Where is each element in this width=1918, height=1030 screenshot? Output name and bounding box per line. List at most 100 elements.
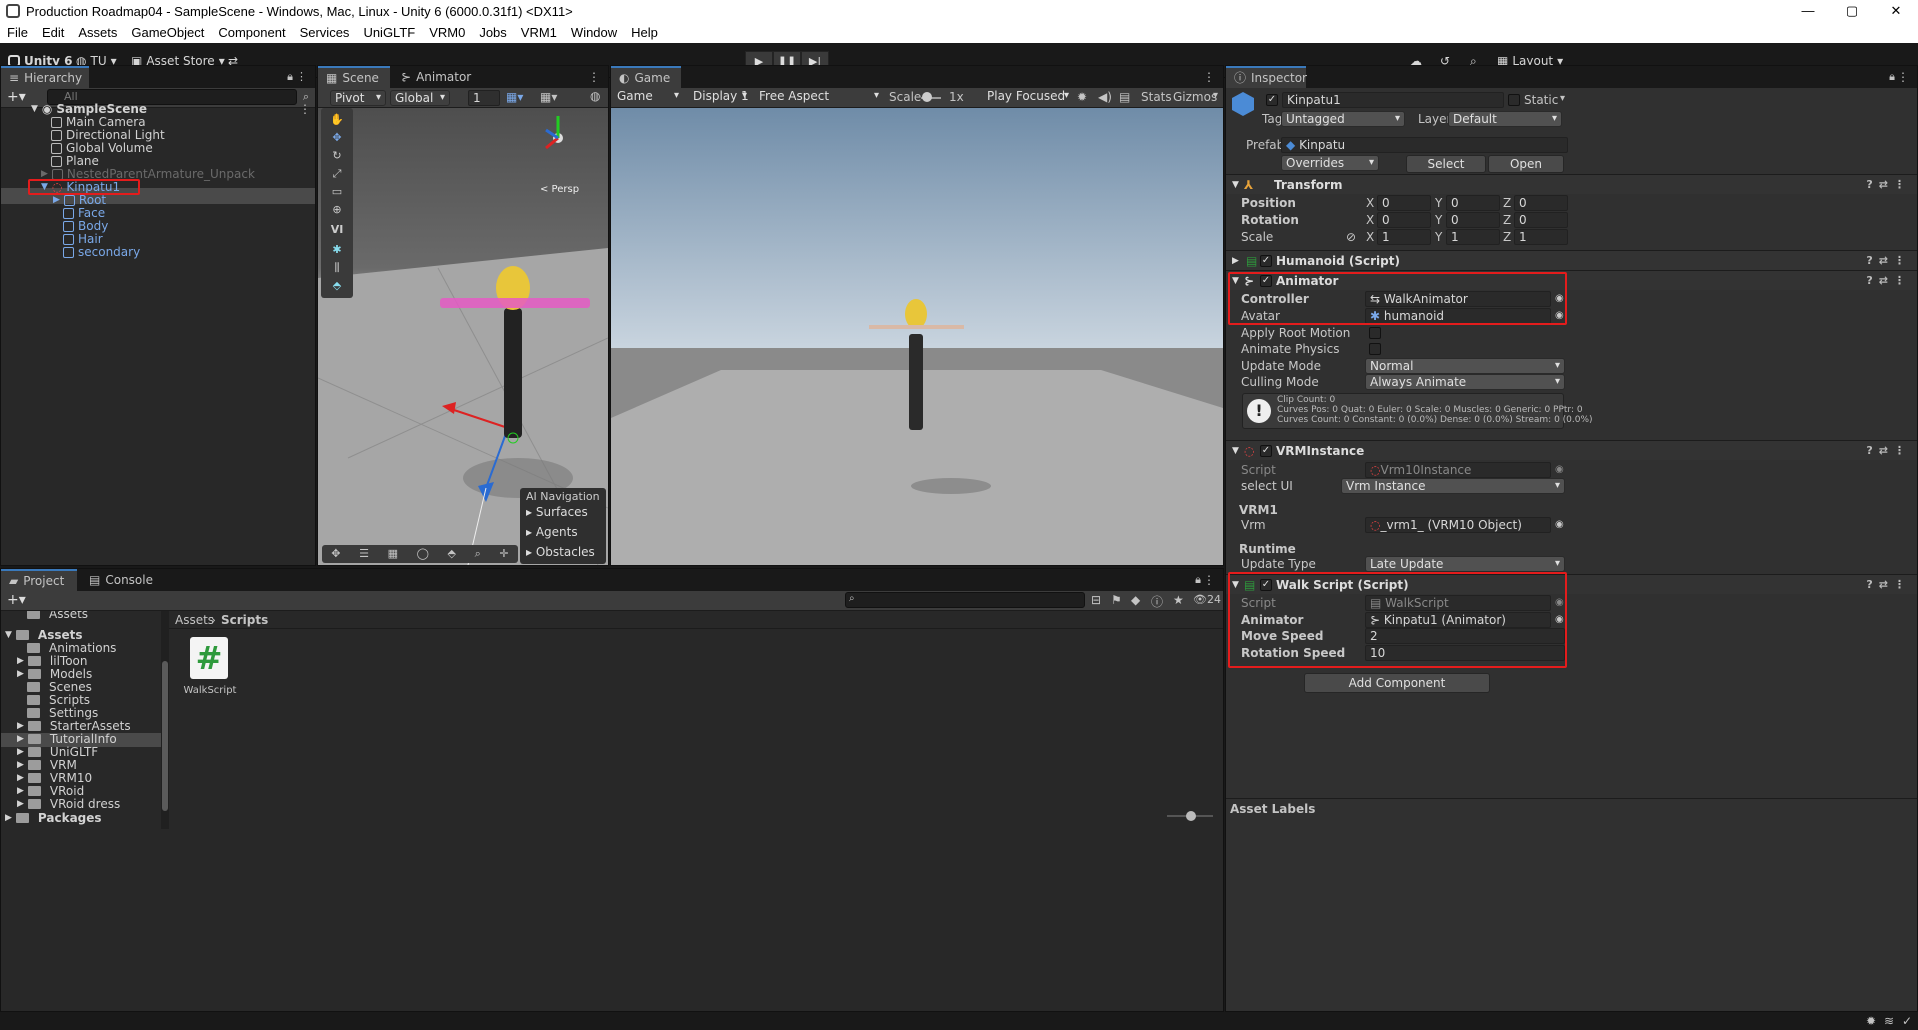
lock-icon[interactable]: 🔒︎ xyxy=(287,70,293,84)
menu-services[interactable]: Services xyxy=(293,25,357,40)
folder-tree-scrollbar[interactable] xyxy=(161,611,169,829)
tab-project[interactable]: ▰ Project xyxy=(1,569,77,591)
position-z-input[interactable]: 0 xyxy=(1514,195,1568,211)
active-checkbox[interactable]: ✓ xyxy=(1266,94,1278,106)
rect-tool-icon[interactable]: ▭ xyxy=(325,184,349,200)
rotate-tool-icon[interactable]: ↻ xyxy=(325,148,349,164)
tag-dropdown[interactable]: Untagged xyxy=(1281,111,1405,127)
tree-item-packages[interactable]: ▶ Packages xyxy=(5,810,102,826)
menu-help[interactable]: Help xyxy=(624,25,665,40)
chevron-down-icon[interactable]: ▾ xyxy=(1213,90,1218,101)
align-icon[interactable]: ☰ xyxy=(359,545,369,563)
scene-viewport[interactable]: < Persp ✋ ✥ ↻ ⤢ ▭ ⊕ VI ✱ ⫼ ⬘ AI Navigati… xyxy=(318,108,608,565)
ai-nav-surfaces[interactable]: ▸ Surfaces xyxy=(526,505,588,519)
check-icon[interactable]: ✓ xyxy=(1902,1014,1912,1028)
play-focused-dropdown[interactable]: Play Focused xyxy=(983,89,1073,105)
add-component-button[interactable]: Add Component xyxy=(1304,673,1490,693)
humanoid-tool-icon[interactable]: ✱ xyxy=(325,242,349,258)
vrm-field[interactable]: ◌_vrm1_ (VRM10 Object) xyxy=(1365,517,1551,533)
transform-tool-icon[interactable]: ⊕ xyxy=(325,202,349,218)
humanoid-header[interactable]: ▶ ▤ ✓ Humanoid (Script) ?⇄⋮ xyxy=(1226,250,1917,270)
breadcrumb-scripts[interactable]: Scripts xyxy=(221,611,268,629)
tab-scene[interactable]: ▦ Scene xyxy=(318,66,390,88)
menu-edit[interactable]: Edit xyxy=(35,25,71,40)
grid-icon[interactable]: ▦▾ xyxy=(506,90,523,104)
cache-icon[interactable]: ≋ xyxy=(1884,1014,1894,1028)
menu-vrm1[interactable]: VRM1 xyxy=(514,25,564,40)
rotation-z-input[interactable]: 0 xyxy=(1514,212,1568,228)
humanoid-enabled-checkbox[interactable]: ✓ xyxy=(1260,255,1272,267)
sphere-icon[interactable]: ◯ xyxy=(417,545,429,563)
ai-nav-obstacles[interactable]: ▸ Obstacles xyxy=(526,545,595,559)
kebab-menu-icon[interactable]: ⋮ xyxy=(296,70,307,83)
kebab-menu-icon[interactable]: ⋮ xyxy=(299,102,311,116)
grid-snap-input[interactable]: 1 xyxy=(468,90,500,106)
apply-root-motion-checkbox[interactable] xyxy=(1369,327,1381,339)
object-picker-icon[interactable]: ◉ xyxy=(1555,516,1564,534)
scale-y-input[interactable]: 1 xyxy=(1446,229,1500,245)
kebab-menu-icon[interactable]: ⋮ xyxy=(1203,70,1215,84)
menu-window[interactable]: Window xyxy=(564,25,624,40)
menu-component[interactable]: Component xyxy=(211,25,292,40)
hand-tool-icon[interactable]: ✋ xyxy=(325,112,349,128)
scale-tool-icon[interactable]: ⤢ xyxy=(325,166,349,182)
cross-icon[interactable]: ✛ xyxy=(499,545,508,563)
menu-vrm0[interactable]: VRM0 xyxy=(422,25,472,40)
transform-header[interactable]: ▼ ⅄ Transform ?⇄⋮ xyxy=(1226,174,1917,194)
game-viewport[interactable] xyxy=(611,108,1223,565)
open-button[interactable]: Open xyxy=(1488,155,1564,173)
snap-icon[interactable]: ▦▾ xyxy=(540,90,557,104)
zoom-slider-handle[interactable] xyxy=(1186,811,1196,821)
add-icon[interactable]: +▾ xyxy=(7,89,26,105)
pivot-dropdown[interactable]: Pivot xyxy=(330,90,386,106)
search-by-label-icon[interactable]: ⚑ xyxy=(1111,593,1122,607)
keyboard-icon[interactable]: ▤ xyxy=(1119,90,1130,104)
maximize-button[interactable]: ▢ xyxy=(1830,0,1874,22)
component-header-icons[interactable]: ?⇄⋮ xyxy=(1866,575,1911,595)
tab-game[interactable]: ◐ Game xyxy=(611,66,681,88)
scale-z-input[interactable]: 1 xyxy=(1514,229,1568,245)
tree-item-secondary[interactable]: secondary xyxy=(63,244,140,260)
static-checkbox[interactable] xyxy=(1508,94,1520,106)
tab-inspector[interactable]: ⓘ Inspector xyxy=(1226,66,1307,88)
display-dropdown[interactable]: Display 1 xyxy=(689,89,751,105)
move-tool-icon[interactable]: ✥ xyxy=(325,130,349,146)
vrminstance-enabled-checkbox[interactable]: ✓ xyxy=(1260,445,1272,457)
component-header-icons[interactable]: ?⇄⋮ xyxy=(1866,271,1911,291)
ai-nav-agents[interactable]: ▸ Agents xyxy=(526,525,578,539)
component-header-icons[interactable]: ?⇄⋮ xyxy=(1866,175,1911,195)
kebab-menu-icon[interactable]: ⋮ xyxy=(1897,70,1909,84)
menu-assets[interactable]: Assets xyxy=(71,25,124,40)
link-icon[interactable]: ⊘ xyxy=(1346,228,1356,246)
zoom-icon[interactable]: ⌕ xyxy=(475,545,481,563)
move-icon[interactable]: ✥ xyxy=(331,545,340,563)
tag-icon[interactable]: ◆ xyxy=(1131,593,1140,607)
scale-slider-handle[interactable] xyxy=(922,92,932,102)
info-icon[interactable]: ⓘ xyxy=(1151,593,1163,610)
kebab-menu-icon[interactable]: ⋮ xyxy=(588,70,600,84)
kebab-menu-icon[interactable]: ⋮ xyxy=(1203,573,1215,587)
asset-walkscript[interactable]: # WalkScript xyxy=(184,637,236,697)
grid-icon[interactable]: ▦ xyxy=(388,545,398,563)
select-button[interactable]: Select xyxy=(1406,155,1486,173)
tab-hierarchy[interactable]: ≡ Hierarchy xyxy=(1,66,89,88)
position-y-input[interactable]: 0 xyxy=(1446,195,1500,211)
breadcrumb-assets[interactable]: Assets xyxy=(175,611,214,629)
bug-icon[interactable]: ✹ xyxy=(1077,90,1087,104)
object-name-input[interactable]: Kinpatu1 xyxy=(1282,92,1504,108)
nav-tool-icon[interactable]: ⬘ xyxy=(325,278,349,294)
stats-button[interactable]: Stats xyxy=(1141,90,1172,104)
prefab-field[interactable]: ◆ Kinpatu xyxy=(1281,137,1568,153)
game-mode-dropdown[interactable]: Game xyxy=(613,89,683,105)
tab-animator[interactable]: ⊱ Animator xyxy=(393,66,479,88)
menu-file[interactable]: File xyxy=(0,25,35,40)
menu-unigltf[interactable]: UniGLTF xyxy=(356,25,422,40)
aspect-dropdown[interactable]: Free Aspect xyxy=(755,89,883,105)
gizmos-button[interactable]: Gizmos xyxy=(1173,90,1217,104)
tree-item-assets-partial[interactable]: Assets xyxy=(27,611,88,622)
tab-console[interactable]: ▤ Console xyxy=(81,569,161,591)
audio-icon[interactable]: ◀) xyxy=(1098,90,1112,104)
culling-mode-dropdown[interactable]: Always Animate xyxy=(1365,374,1565,390)
layer-dropdown[interactable]: Default xyxy=(1448,111,1562,127)
component-header-icons[interactable]: ?⇄⋮ xyxy=(1866,441,1911,461)
